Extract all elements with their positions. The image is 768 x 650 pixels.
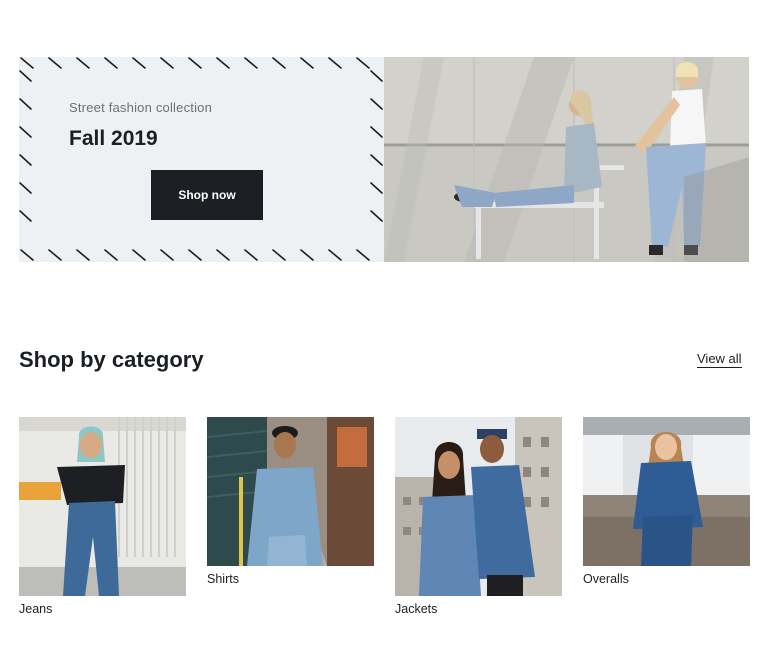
category-label-jackets[interactable]: Jackets <box>395 602 562 616</box>
promo-panel: Street fashion collection Fall 2019 Shop… <box>19 57 384 262</box>
category-card-jackets[interactable]: Jackets <box>395 417 562 616</box>
hero-photo <box>384 57 749 262</box>
category-label-shirts[interactable]: Shirts <box>207 572 374 586</box>
category-card-overalls[interactable]: Overalls <box>583 417 750 586</box>
shop-now-button[interactable]: Shop now <box>151 170 263 220</box>
view-all-link[interactable]: View all <box>697 351 742 368</box>
category-image-jackets[interactable] <box>395 417 562 596</box>
hero-banner: Street fashion collection Fall 2019 Shop… <box>19 57 749 262</box>
shop-by-category-title: Shop by category <box>19 347 204 372</box>
diagonal-stripes-border <box>19 57 383 261</box>
category-image-jeans[interactable] <box>19 417 186 596</box>
promo-eyebrow: Street fashion collection <box>69 100 213 115</box>
category-label-overalls[interactable]: Overalls <box>583 572 750 586</box>
category-image-overalls[interactable] <box>583 417 750 566</box>
category-card-shirts[interactable]: Shirts <box>207 417 374 586</box>
promo-title: Fall 2019 <box>69 127 158 150</box>
category-card-jeans[interactable]: Jeans <box>19 417 186 616</box>
category-label-jeans[interactable]: Jeans <box>19 602 186 616</box>
category-image-shirts[interactable] <box>207 417 374 566</box>
